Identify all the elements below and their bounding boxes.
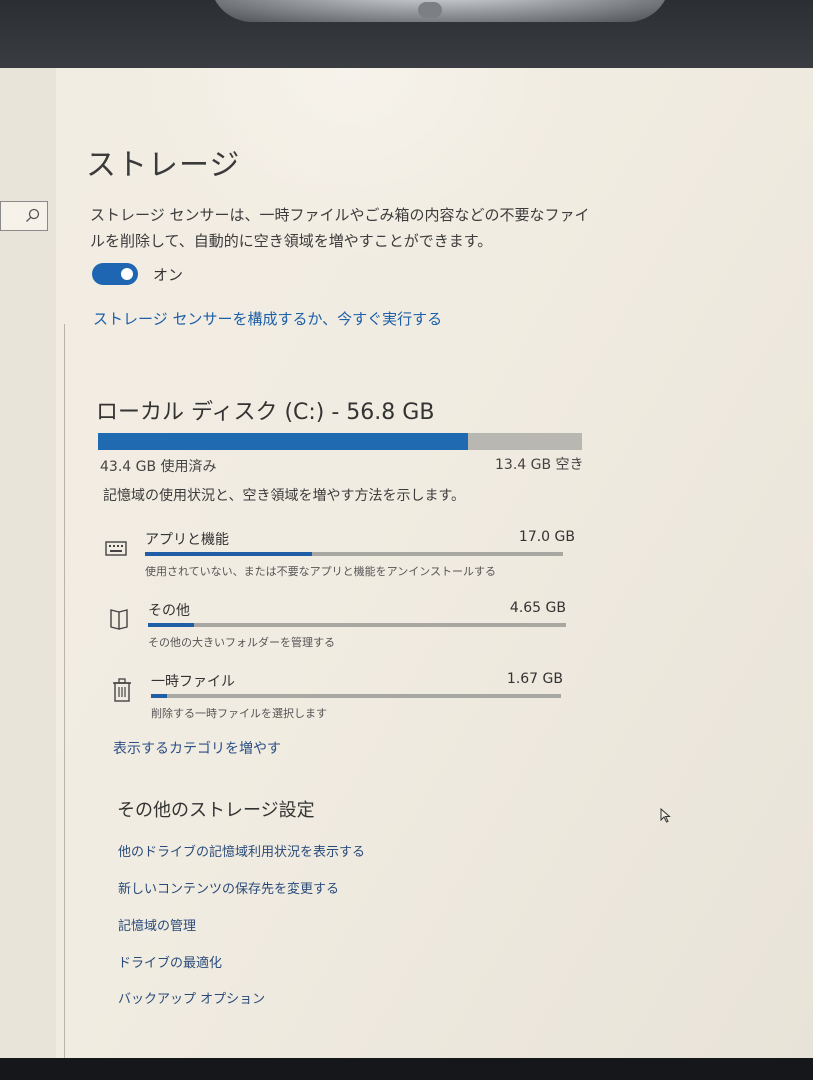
mouse-cursor-icon [660, 808, 671, 823]
other-storage-settings-title: その他のストレージ設定 [117, 800, 315, 821]
change-save-location-link[interactable]: 新しいコンテンツの保存先を変更する [118, 878, 339, 897]
category-usage-bar-fill [151, 694, 168, 698]
category-usage-bar [148, 623, 566, 627]
storage-sense-description: ストレージ センサーは、一時ファイルやごみ箱の内容などの不要なファイルを削除して… [90, 206, 590, 250]
category-temp-files[interactable]: 一時ファイル 1.67 GB 削除する一時ファイルを選択します [111, 671, 581, 731]
category-hint: その他の大きいフォルダーを管理する [148, 636, 335, 649]
page-title: ストレージ [86, 148, 241, 183]
category-usage-bar [151, 694, 561, 698]
folder-icon [110, 609, 128, 630]
category-size: 1.67 GB [506, 671, 563, 687]
category-usage-bar-fill [148, 623, 194, 627]
backup-options-link[interactable]: バックアップ オプション [118, 988, 265, 1007]
category-hint: 使用されていない、または不要なアプリと機能をアンインストールする [145, 565, 497, 578]
category-usage-bar [145, 552, 563, 556]
disk-used-label: 43.4 GB 使用済み [100, 459, 217, 475]
manage-storage-spaces-link[interactable]: 記憶域の管理 [118, 915, 196, 934]
category-size: 17.0 GB [518, 529, 575, 545]
other-drives-usage-link[interactable]: 他のドライブの記憶域利用状況を表示する [118, 841, 365, 860]
show-more-categories-link[interactable]: 表示するカテゴリを増やす [113, 738, 281, 758]
webcam-lens-icon [418, 2, 442, 18]
category-hint: 削除する一時ファイルを選択します [151, 707, 327, 720]
disk-usage-bar-fill [98, 433, 468, 450]
category-name: アプリと機能 [145, 532, 229, 548]
category-size: 4.65 GB [509, 600, 566, 616]
storage-sense-toggle[interactable] [92, 263, 138, 285]
disk-free-label: 13.4 GB 空き [495, 457, 584, 473]
category-other[interactable]: その他 4.65 GB その他の大きいフォルダーを管理する [108, 600, 578, 660]
disk-title: ローカル ディスク (C:) - 56.8 GB [96, 400, 435, 425]
toggle-state-label: オン [153, 266, 184, 284]
optimize-drives-link[interactable]: ドライブの最適化 [118, 952, 222, 971]
category-usage-bar-fill [145, 552, 313, 556]
category-apps[interactable]: アプリと機能 17.0 GB 使用されていない、または不要なアプリと機能をアンイ… [105, 529, 575, 589]
usage-description: 記憶域の使用状況と、空き領域を増やす方法を示します。 [103, 488, 466, 504]
monitor-bezel-top [0, 0, 813, 70]
category-name: 一時ファイル [151, 674, 235, 690]
disk-usage-bar [98, 433, 582, 450]
settings-window: ストレージ ストレージ センサーは、一時ファイルやごみ箱の内容などの不要なファイ… [0, 68, 813, 1058]
configure-storage-sense-link[interactable]: ストレージ センサーを構成するか、今すぐ実行する [93, 308, 442, 329]
keyboard-icon [105, 541, 127, 556]
monitor-bezel-bottom [0, 1058, 813, 1080]
storage-page: ストレージ ストレージ センサーは、一時ファイルやごみ箱の内容などの不要なファイ… [0, 68, 813, 1058]
category-name: その他 [148, 603, 190, 619]
toggle-knob [121, 268, 133, 280]
trash-icon [113, 678, 131, 702]
